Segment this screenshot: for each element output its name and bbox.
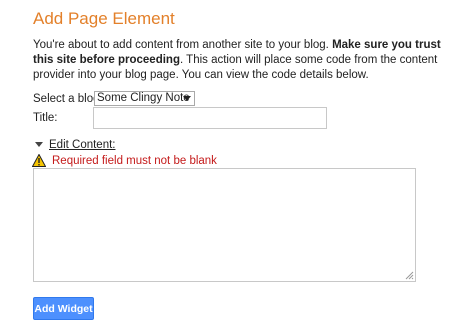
error-text: Required field must not be blank xyxy=(52,154,217,167)
add-widget-button[interactable]: Add Widget xyxy=(33,297,94,320)
error-message: Required field must not be blank xyxy=(32,154,217,167)
intro-text-part-1: You're about to add content from another… xyxy=(33,39,333,51)
blog-select[interactable]: Some Clingy Note xyxy=(94,91,195,106)
warning-icon xyxy=(32,154,46,167)
page-title: Add Page Element xyxy=(33,9,175,28)
resize-grip-icon[interactable] xyxy=(405,271,414,280)
intro-text: You're about to add content from another… xyxy=(33,38,443,83)
chevron-down-icon xyxy=(183,96,191,101)
triangle-down-icon xyxy=(35,142,43,148)
title-input[interactable] xyxy=(93,107,327,129)
content-textarea[interactable] xyxy=(33,168,416,282)
select-blog-label: Select a blog: xyxy=(33,93,103,105)
title-label: Title: xyxy=(33,112,58,124)
edit-content-label: Edit Content: xyxy=(49,139,116,151)
blog-select-value: Some Clingy Note xyxy=(97,92,190,104)
edit-content-toggle[interactable]: Edit Content: xyxy=(35,139,115,151)
